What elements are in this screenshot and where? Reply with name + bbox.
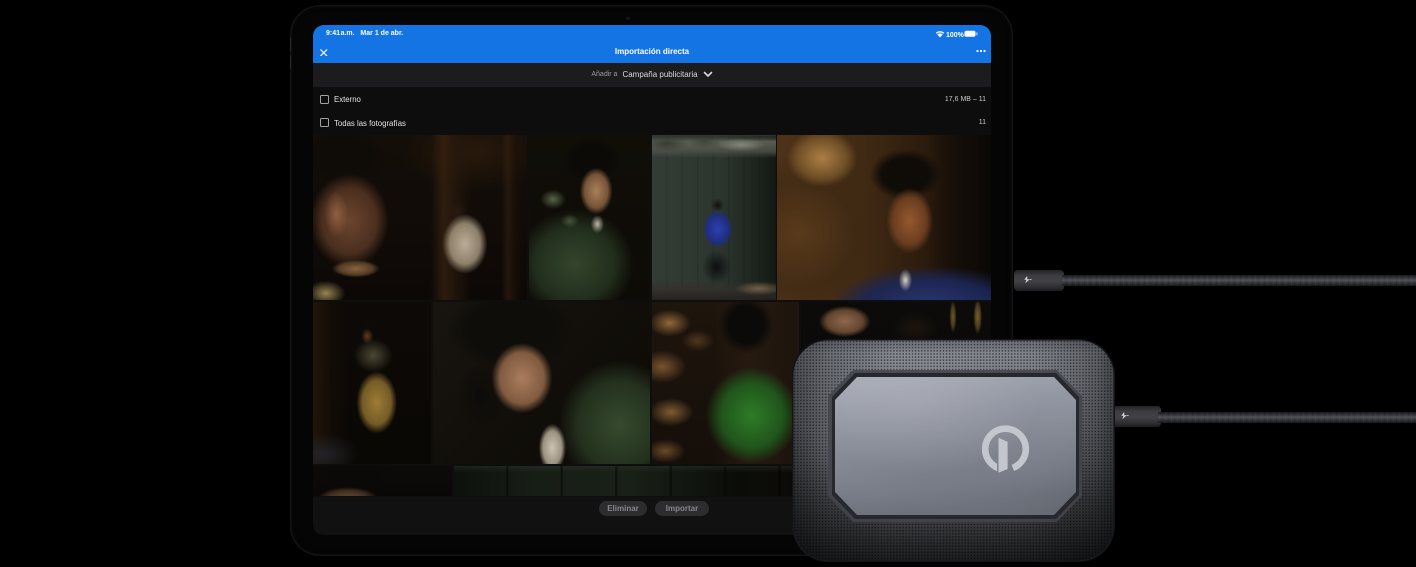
svg-text:100%: 100%	[946, 32, 965, 39]
